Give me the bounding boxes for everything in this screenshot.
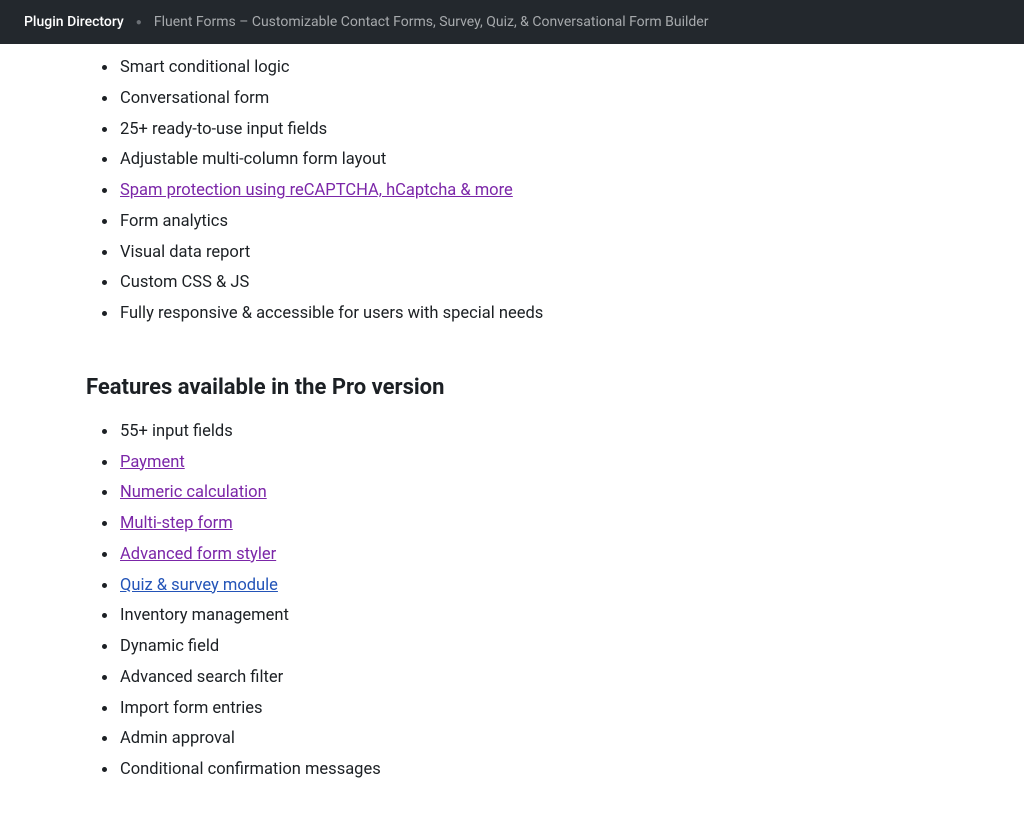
pro-section-heading: Features available in the Pro version xyxy=(86,375,860,400)
list-item: Custom CSS & JS xyxy=(118,271,860,296)
breadcrumb-separator: ● xyxy=(136,17,142,28)
pro_section-link[interactable]: Quiz & survey module xyxy=(120,576,278,595)
pro_section-link[interactable]: Payment xyxy=(120,453,185,472)
list-item: Inventory management xyxy=(118,604,860,629)
pro_section-text: Inventory management xyxy=(120,606,289,625)
free_features-text: Visual data report xyxy=(120,243,250,262)
pro_section-text: Conditional confirmation messages xyxy=(120,760,381,779)
free_features-text: Conversational form xyxy=(120,89,269,108)
list-item: Advanced form styler xyxy=(118,543,860,568)
pro_section-link[interactable]: Multi-step form xyxy=(120,514,233,533)
list-item: Numeric calculation xyxy=(118,481,860,506)
list-item: Spam protection using reCAPTCHA, hCaptch… xyxy=(118,179,860,204)
breadcrumb-directory-link[interactable]: Plugin Directory xyxy=(24,14,124,30)
free_features-text: 25+ ready-to-use input fields xyxy=(120,120,327,139)
list-item: Visual data report xyxy=(118,241,860,266)
list-item: 55+ input fields xyxy=(118,420,860,445)
pro_section-link[interactable]: Advanced form styler xyxy=(120,545,276,564)
list-item: Adjustable multi-column form layout xyxy=(118,148,860,173)
pro-features-list: 55+ input fields Payment Numeric calculati… xyxy=(86,420,860,783)
free_features-text: Smart conditional logic xyxy=(120,58,290,77)
list-item: Multi-step form xyxy=(118,512,860,537)
free_features-text: Custom CSS & JS xyxy=(120,273,249,292)
list-item: Conditional confirmation messages xyxy=(118,758,860,783)
list-item: Admin approval xyxy=(118,727,860,752)
list-item: 25+ ready-to-use input fields xyxy=(118,118,860,143)
breadcrumb: Plugin Directory ● Fluent Forms – Custom… xyxy=(0,0,1024,44)
pro_section-text: Advanced search filter xyxy=(120,668,283,687)
list-item: Import form entries xyxy=(118,697,860,722)
list-item: Form analytics xyxy=(118,210,860,235)
free_features-text: Adjustable multi-column form layout xyxy=(120,150,386,169)
list-item: Payment xyxy=(118,451,860,476)
list-item: Smart conditional logic xyxy=(118,56,860,81)
main-content: Smart conditional logic Conversational fo… xyxy=(0,56,860,829)
free-features-list: Smart conditional logic Conversational fo… xyxy=(86,56,860,327)
pro_section-text: Admin approval xyxy=(120,729,235,748)
pro_section-link[interactable]: Numeric calculation xyxy=(120,483,267,502)
list-item: Fully responsive & accessible for users … xyxy=(118,302,860,327)
pro_section-text: Import form entries xyxy=(120,699,263,718)
free_features-text: Fully responsive & accessible for users … xyxy=(120,304,543,323)
breadcrumb-page-title: Fluent Forms – Customizable Contact Form… xyxy=(154,14,709,30)
list-item: Dynamic field xyxy=(118,635,860,660)
pro_section-text: 55+ input fields xyxy=(120,422,233,441)
list-item: Advanced search filter xyxy=(118,666,860,691)
pro_section-text: Dynamic field xyxy=(120,637,219,656)
list-item: Conversational form xyxy=(118,87,860,112)
free_features-link[interactable]: Spam protection using reCAPTCHA, hCaptch… xyxy=(120,181,513,200)
list-item: Quiz & survey module xyxy=(118,574,860,599)
free_features-text: Form analytics xyxy=(120,212,228,231)
